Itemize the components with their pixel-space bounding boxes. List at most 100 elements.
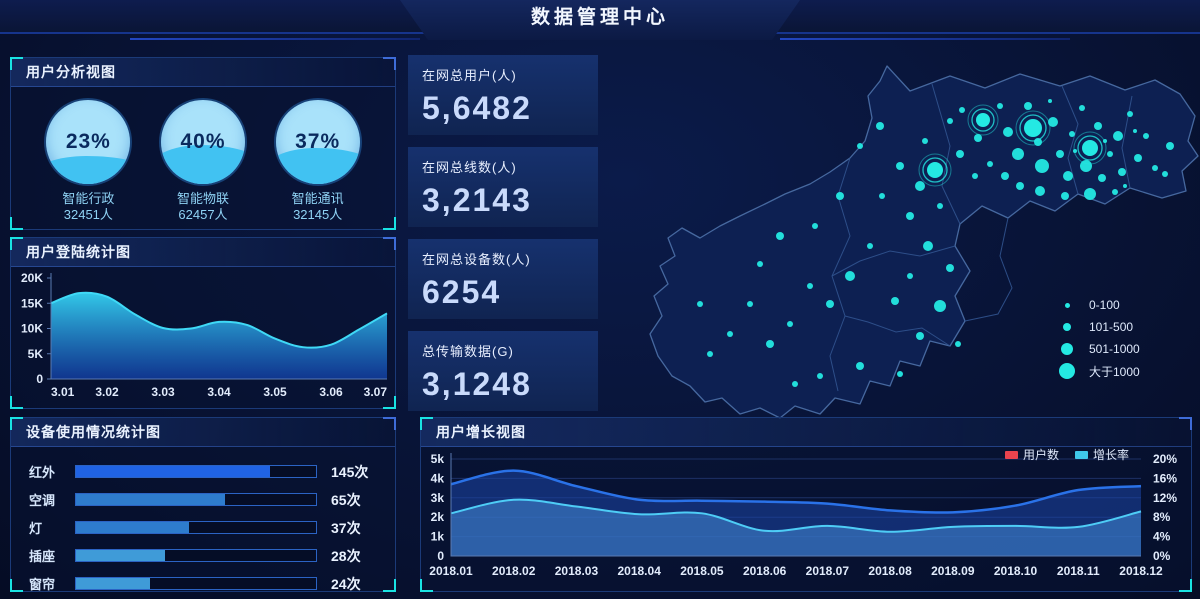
legend-item-growth[interactable]: 增长率	[1093, 446, 1129, 463]
corner-bracket	[420, 417, 433, 430]
legend-label: 0-100	[1089, 298, 1120, 312]
gauge-count: 62457人	[148, 207, 258, 223]
svg-text:3.04: 3.04	[207, 385, 231, 399]
svg-text:2018.05: 2018.05	[680, 564, 724, 578]
login-area-chart: 05K10K15K20K3.013.023.033.043.053.063.07	[11, 268, 397, 410]
svg-text:2018.06: 2018.06	[743, 564, 787, 578]
gauge-iot: 40% 智能物联 62457人	[148, 100, 258, 223]
stat-card-total-data: 总传输数据(G) 3,1248	[408, 331, 598, 411]
svg-text:4%: 4%	[1153, 530, 1171, 544]
stat-card-total-lines: 在网总线数(人) 3,2143	[408, 147, 598, 227]
svg-text:2018.08: 2018.08	[868, 564, 912, 578]
corner-bracket	[10, 217, 23, 230]
svg-text:5K: 5K	[28, 347, 44, 361]
panel-device-usage: 设备使用情况统计图 红外 145次 空调 65次 灯 37次 插座 28次	[10, 417, 396, 592]
svg-text:2018.11: 2018.11	[1057, 564, 1100, 578]
svg-text:3.05: 3.05	[263, 385, 287, 399]
svg-text:5k: 5k	[431, 452, 445, 466]
svg-text:3.02: 3.02	[95, 385, 119, 399]
svg-text:20%: 20%	[1153, 452, 1177, 466]
stat-card-label: 在网总设备数(人)	[422, 249, 584, 268]
map-legend-item: 0-100	[1058, 294, 1140, 316]
bar-value: 145次	[331, 462, 377, 482]
gauge-count: 32451人	[33, 207, 143, 223]
legend-label: 大于1000	[1089, 363, 1140, 380]
map-legend-item: 101-500	[1058, 316, 1140, 338]
corner-bracket	[383, 237, 396, 250]
liquid-gauge: 37%	[276, 100, 360, 184]
panel-user-growth: 用户增长视图 用户数 增长率 01k2k3k4k5k0%4%8%12%16%20…	[420, 417, 1192, 592]
stat-card-value: 3,2143	[422, 182, 584, 219]
gauge-admin: 23% 智能行政 32451人	[33, 100, 143, 223]
bar-row-ac: 空调 65次	[29, 492, 377, 507]
svg-text:8%: 8%	[1153, 510, 1171, 524]
bar-row-curtain: 窗帘 24次	[29, 576, 377, 591]
stat-card-label: 在网总线数(人)	[422, 157, 584, 176]
bar-label: 窗帘	[29, 574, 73, 593]
svg-text:2018.10: 2018.10	[994, 564, 1038, 578]
svg-text:2018.02: 2018.02	[492, 564, 536, 578]
bar-label: 灯	[29, 518, 73, 537]
legend-label: 101-500	[1089, 320, 1133, 334]
stat-cards: 在网总用户(人) 5,6482 在网总线数(人) 3,2143 在网总设备数(人…	[408, 55, 598, 423]
corner-bracket	[10, 57, 23, 70]
corner-bracket	[383, 57, 396, 70]
svg-text:3.01: 3.01	[51, 385, 75, 399]
legend-dot-icon	[1058, 303, 1076, 308]
legend-item-users[interactable]: 用户数	[1023, 446, 1059, 463]
corner-bracket	[383, 217, 396, 230]
panel-login-stats: 用户登陆统计图 05K10K15K20K3.013.023.033.043.05…	[10, 237, 396, 409]
header-title-plate: 数据管理中心	[400, 0, 800, 40]
gauge-label: 智能通讯	[263, 191, 373, 207]
stat-card-total-devices: 在网总设备数(人) 6254	[408, 239, 598, 319]
bar-track	[75, 577, 317, 590]
legend-dot-icon	[1058, 343, 1076, 355]
gauge-label: 智能物联	[148, 191, 258, 207]
svg-text:1k: 1k	[431, 530, 445, 544]
bar-value: 37次	[331, 518, 377, 538]
province-map: 0-100 101-500 501-1000 大于1000	[610, 46, 1200, 424]
bar-row-socket: 插座 28次	[29, 548, 377, 563]
svg-text:0: 0	[437, 549, 444, 563]
gauge-percent: 40%	[161, 100, 245, 184]
svg-text:4k: 4k	[431, 471, 445, 485]
bar-row-infrared: 红外 145次	[29, 464, 377, 479]
map-legend: 0-100 101-500 501-1000 大于1000	[1058, 294, 1140, 382]
bar-track	[75, 465, 317, 478]
svg-text:2018.04: 2018.04	[617, 564, 661, 578]
gauge-percent: 37%	[276, 100, 360, 184]
stat-card-value: 6254	[422, 274, 584, 311]
bar-track	[75, 493, 317, 506]
legend-swatch-growth	[1075, 451, 1088, 459]
panel-title-user-analysis: 用户分析视图	[11, 58, 395, 87]
map-legend-item: 501-1000	[1058, 338, 1140, 360]
panel-title-device-usage: 设备使用情况统计图	[11, 418, 395, 447]
growth-line-chart: 01k2k3k4k5k0%4%8%12%16%20%2018.012018.02…	[421, 444, 1193, 592]
svg-text:16%: 16%	[1153, 471, 1177, 485]
corner-bracket	[10, 417, 23, 430]
growth-legend: 用户数 增长率	[989, 446, 1129, 463]
gauge-comm: 37% 智能通讯 32145人	[263, 100, 373, 223]
svg-text:0%: 0%	[1153, 549, 1171, 563]
legend-label: 501-1000	[1089, 342, 1140, 356]
svg-text:3.06: 3.06	[319, 385, 343, 399]
stat-card-label: 在网总用户(人)	[422, 65, 584, 84]
header-bar: 数据管理中心	[0, 0, 1200, 34]
map-legend-item: 大于1000	[1058, 360, 1140, 382]
bar-fill	[76, 522, 189, 533]
panel-title-login-stats: 用户登陆统计图	[11, 238, 395, 267]
corner-bracket	[10, 579, 23, 592]
bar-label: 红外	[29, 462, 73, 481]
svg-text:3.07: 3.07	[364, 385, 388, 399]
svg-text:2k: 2k	[431, 510, 445, 524]
panel-user-analysis: 用户分析视图 23% 智能行政 32451人 40% 智能物联 62457人	[10, 57, 396, 230]
bar-fill	[76, 466, 270, 477]
legend-swatch-users	[1005, 451, 1018, 459]
bar-value: 28次	[331, 546, 377, 566]
svg-text:10K: 10K	[21, 322, 43, 336]
header-left-line	[130, 38, 420, 40]
bar-label: 空调	[29, 490, 73, 509]
device-bar-list: 红外 145次 空调 65次 灯 37次 插座 28次 窗帘	[11, 447, 395, 591]
header-right-line	[780, 38, 1070, 40]
bar-value: 24次	[331, 574, 377, 594]
